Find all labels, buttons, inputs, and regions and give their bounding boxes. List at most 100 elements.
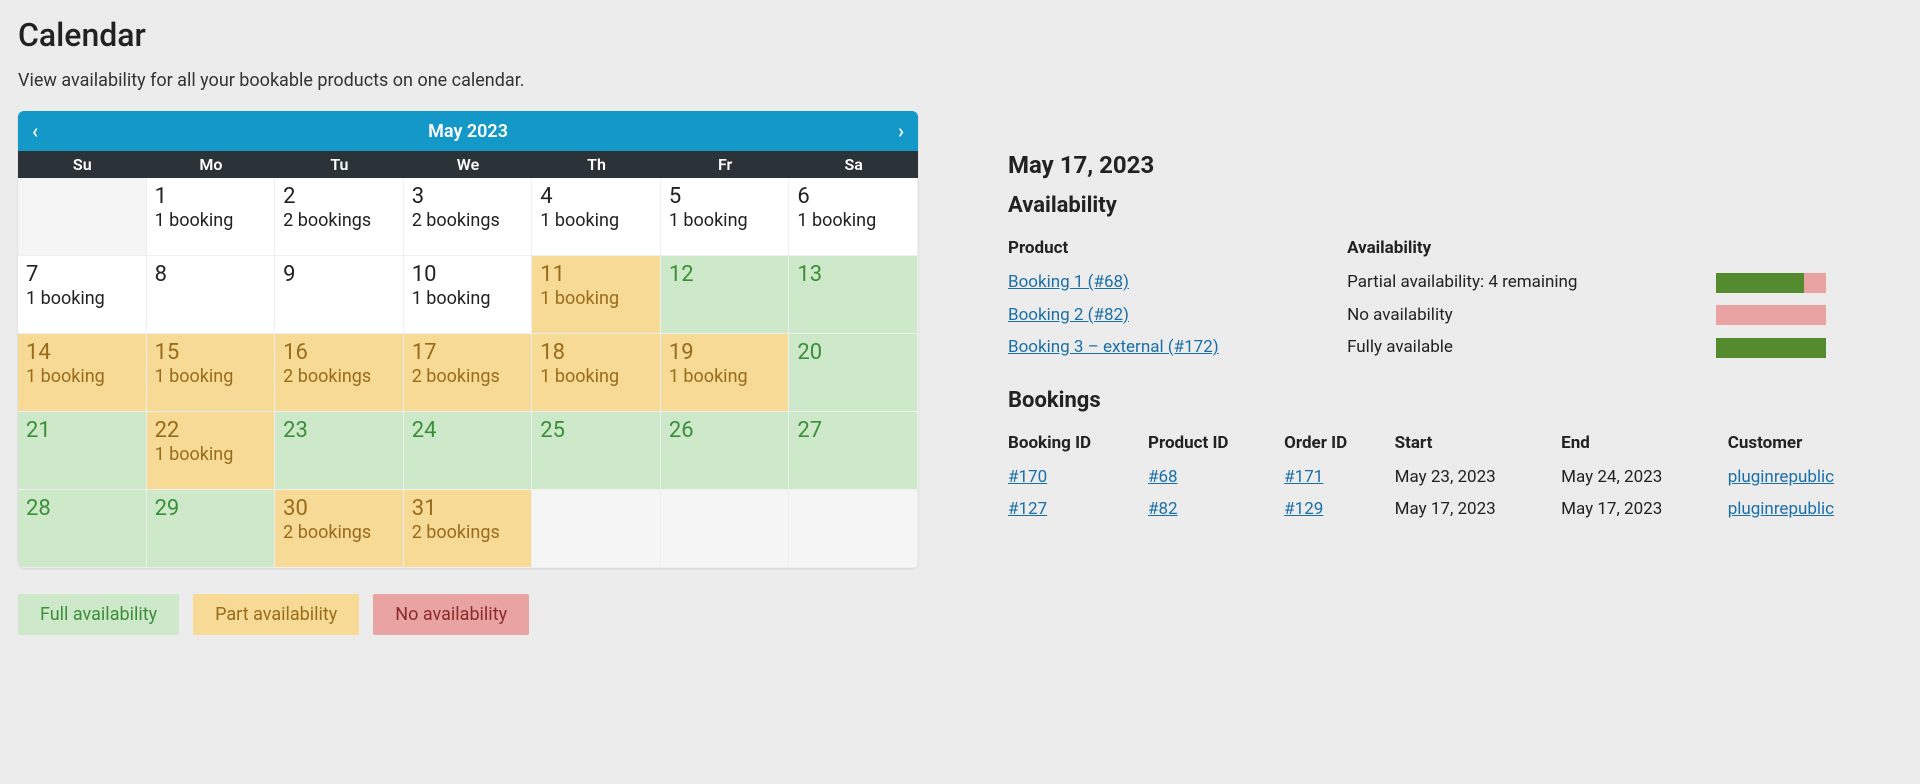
calendar-day[interactable]: 41 booking	[532, 178, 661, 256]
calendar-day[interactable]: 27	[789, 412, 918, 490]
day-number: 12	[669, 262, 781, 288]
booking-row: #127#82#129May 17, 2023May 17, 2023plugi…	[1008, 493, 1902, 525]
availability-bar	[1716, 273, 1826, 293]
day-number: 7	[26, 262, 138, 288]
day-booking-count: 2 bookings	[283, 366, 395, 387]
day-booking-count: 2 bookings	[283, 522, 395, 543]
calendar-day[interactable]: 302 bookings	[275, 490, 404, 568]
day-booking-count: 2 bookings	[283, 210, 395, 231]
calendar-day[interactable]: 29	[147, 490, 276, 568]
calendar-day[interactable]: 61 booking	[789, 178, 918, 256]
calendar-day[interactable]: 312 bookings	[404, 490, 533, 568]
calendar-day[interactable]: 28	[18, 490, 147, 568]
dow-label: Fr	[661, 151, 790, 178]
order-id-link[interactable]: #129	[1284, 499, 1323, 519]
page-subtitle: View availability for all your bookable …	[18, 70, 1902, 91]
calendar-day[interactable]: 172 bookings	[404, 334, 533, 412]
day-number: 9	[283, 262, 395, 288]
calendar-day	[661, 490, 790, 568]
col-customer: Customer	[1728, 427, 1902, 461]
dow-label: Sa	[789, 151, 918, 178]
product-link[interactable]: Booking 1 (#68)	[1008, 272, 1129, 292]
day-booking-count: 1 booking	[155, 366, 267, 387]
day-booking-count: 2 bookings	[412, 210, 524, 231]
day-booking-count: 1 booking	[540, 210, 652, 231]
availability-text: No availability	[1347, 299, 1716, 332]
calendar-day[interactable]: 20	[789, 334, 918, 412]
calendar-header: ‹ May 2023 ›	[18, 111, 918, 151]
day-number: 10	[412, 262, 524, 288]
product-link[interactable]: Booking 3 – external (#172)	[1008, 337, 1219, 357]
product-id-link[interactable]: #82	[1148, 499, 1178, 519]
day-number: 21	[26, 418, 138, 444]
calendar-day[interactable]: 221 booking	[147, 412, 276, 490]
calendar-day[interactable]: 23	[275, 412, 404, 490]
page-title: Calendar	[18, 16, 1902, 54]
calendar-day[interactable]: 162 bookings	[275, 334, 404, 412]
dow-label: Tu	[275, 151, 404, 178]
day-number: 15	[155, 340, 267, 366]
calendar-day[interactable]: 13	[789, 256, 918, 334]
calendar-day[interactable]: 24	[404, 412, 533, 490]
calendar-day[interactable]: 111 booking	[532, 256, 661, 334]
day-number: 2	[283, 184, 395, 210]
day-booking-count: 1 booking	[540, 366, 652, 387]
calendar-day[interactable]: 191 booking	[661, 334, 790, 412]
customer-link[interactable]: pluginrepublic	[1728, 467, 1834, 487]
calendar-day[interactable]: 181 booking	[532, 334, 661, 412]
calendar-dow-row: SuMoTuWeThFrSa	[18, 151, 918, 178]
day-number: 11	[540, 262, 652, 288]
next-month-icon[interactable]: ›	[898, 119, 904, 143]
day-number: 6	[797, 184, 909, 210]
day-booking-count: 1 booking	[155, 210, 267, 231]
customer-link[interactable]: pluginrepublic	[1728, 499, 1834, 519]
calendar-day[interactable]: 12	[661, 256, 790, 334]
booking-id-link[interactable]: #170	[1008, 467, 1047, 487]
day-booking-count: 1 booking	[26, 366, 138, 387]
calendar-day[interactable]: 32 bookings	[404, 178, 533, 256]
calendar-day[interactable]: 22 bookings	[275, 178, 404, 256]
day-number: 5	[669, 184, 781, 210]
calendar-day[interactable]: 71 booking	[18, 256, 147, 334]
calendar: ‹ May 2023 › SuMoTuWeThFrSa 11 booking22…	[18, 111, 918, 568]
day-booking-count: 1 booking	[669, 210, 781, 231]
calendar-day[interactable]: 9	[275, 256, 404, 334]
calendar-day[interactable]: 11 booking	[147, 178, 276, 256]
legend-part: Part availability	[193, 594, 359, 635]
day-number: 28	[26, 496, 138, 522]
day-number: 29	[155, 496, 267, 522]
calendar-day[interactable]: 51 booking	[661, 178, 790, 256]
prev-month-icon[interactable]: ‹	[32, 119, 38, 143]
legend-none: No availability	[373, 594, 529, 635]
calendar-day[interactable]: 141 booking	[18, 334, 147, 412]
col-product-id: Product ID	[1148, 427, 1284, 461]
day-number: 30	[283, 496, 395, 522]
dow-label: We	[404, 151, 533, 178]
calendar-day[interactable]: 26	[661, 412, 790, 490]
calendar-day[interactable]: 25	[532, 412, 661, 490]
day-number: 16	[283, 340, 395, 366]
product-id-link[interactable]: #68	[1148, 467, 1178, 487]
availability-row: Booking 2 (#82) No availability	[1008, 299, 1902, 332]
col-start: Start	[1395, 427, 1562, 461]
booking-id-link[interactable]: #127	[1008, 499, 1047, 519]
booking-end: May 24, 2023	[1561, 461, 1728, 493]
booking-end: May 17, 2023	[1561, 493, 1728, 525]
day-number: 1	[155, 184, 267, 210]
day-number: 8	[155, 262, 267, 288]
day-booking-count: 1 booking	[669, 366, 781, 387]
day-booking-count: 1 booking	[26, 288, 138, 309]
product-link[interactable]: Booking 2 (#82)	[1008, 305, 1129, 325]
order-id-link[interactable]: #171	[1284, 467, 1323, 487]
day-booking-count: 1 booking	[540, 288, 652, 309]
day-booking-count: 1 booking	[412, 288, 524, 309]
booking-start: May 17, 2023	[1395, 493, 1562, 525]
col-end: End	[1561, 427, 1728, 461]
calendar-day[interactable]: 8	[147, 256, 276, 334]
calendar-day[interactable]: 21	[18, 412, 147, 490]
calendar-day[interactable]: 151 booking	[147, 334, 276, 412]
availability-text: Partial availability: 4 remaining	[1347, 266, 1716, 299]
calendar-month-label: May 2023	[428, 121, 508, 142]
day-number: 4	[540, 184, 652, 210]
calendar-day[interactable]: 101 booking	[404, 256, 533, 334]
